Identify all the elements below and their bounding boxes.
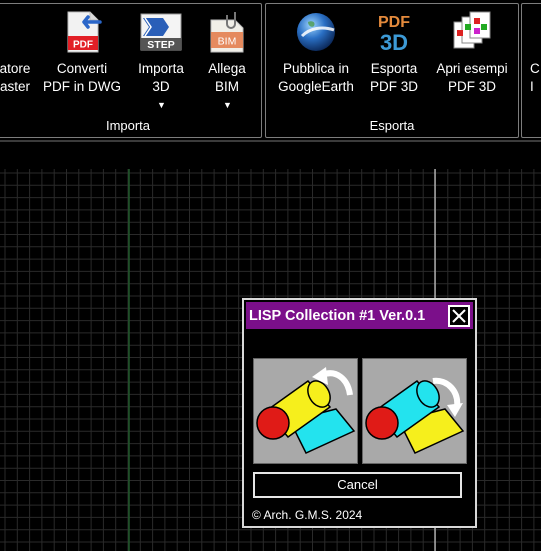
convert-pdf-label-2: PDF in DWG xyxy=(42,79,121,94)
import-3d-label-1: Importa xyxy=(138,61,184,76)
svg-text:BIM: BIM xyxy=(218,36,237,48)
next-panel: C I xyxy=(521,3,541,138)
step-import-icon: STEP xyxy=(139,10,183,54)
import-panel: atore aster PDF Converti PDF in DWG STEP… xyxy=(0,3,262,138)
open-samples-button[interactable]: Apri esempi PDF 3D xyxy=(430,4,514,114)
cancel-button[interactable]: Cancel xyxy=(253,472,462,498)
convert-pdf-label-1: Converti xyxy=(56,61,108,76)
next-panel-tool[interactable]: C I xyxy=(530,4,541,114)
bim-attach-icon: BIM xyxy=(205,10,249,54)
svg-text:PDF: PDF xyxy=(73,40,93,51)
raster-tool-button[interactable]: atore aster xyxy=(0,4,35,114)
lisp-collection-dialog: LISP Collection #1 Ver.0.1 Cancel © Arch… xyxy=(242,298,477,528)
attach-bim-label-2: BIM xyxy=(214,79,239,94)
raster-tool-label-1: atore xyxy=(0,61,31,76)
close-button[interactable] xyxy=(448,305,470,327)
svg-text:PDF: PDF xyxy=(378,14,410,31)
rotate-right-image-button[interactable] xyxy=(362,358,467,464)
pdf-import-icon: PDF xyxy=(60,10,104,54)
cad-application-window: atore aster PDF Converti PDF in DWG STEP… xyxy=(0,0,541,551)
open-samples-label-1: Apri esempi xyxy=(436,61,508,76)
publish-ge-label-1: Pubblica in xyxy=(282,61,350,76)
rotate-left-image-button[interactable] xyxy=(253,358,358,464)
svg-text:3D: 3D xyxy=(380,30,408,54)
export-pdf3d-label-1: Esporta xyxy=(370,61,418,76)
attach-bim-button[interactable]: BIM Allega BIM ▼ xyxy=(197,4,257,114)
open-samples-label-2: PDF 3D xyxy=(447,79,496,94)
dialog-title: LISP Collection #1 Ver.0.1 xyxy=(249,308,426,324)
svg-text:STEP: STEP xyxy=(147,39,174,51)
import-3d-button[interactable]: STEP Importa 3D ▼ xyxy=(129,4,193,114)
ribbon-divider xyxy=(0,140,541,142)
convert-pdf-button[interactable]: PDF Converti PDF in DWG xyxy=(39,4,125,114)
raster-tool-label-2: aster xyxy=(0,79,30,94)
close-icon xyxy=(452,309,466,323)
pdf3d-export-icon: PDF 3D xyxy=(372,10,416,55)
import-3d-label-2: 3D xyxy=(152,79,170,94)
sample-files-icon xyxy=(450,10,494,54)
next-panel-label-1: C xyxy=(530,61,540,76)
google-earth-icon xyxy=(294,10,338,54)
ribbon: atore aster PDF Converti PDF in DWG STEP… xyxy=(0,0,541,140)
attach-bim-label-1: Allega xyxy=(208,61,246,76)
dropdown-caret-icon: ▼ xyxy=(157,100,166,110)
export-pdf3d-button[interactable]: PDF 3D Esporta PDF 3D xyxy=(362,4,426,114)
import-panel-title: Importa xyxy=(105,118,151,133)
next-panel-label-2: I xyxy=(530,79,534,94)
dropdown-caret-icon: ▼ xyxy=(223,100,232,110)
export-pdf3d-label-2: PDF 3D xyxy=(369,79,418,94)
export-panel: Pubblica in GoogleEarth PDF 3D Esporta P… xyxy=(265,3,519,138)
rotate-clockwise-icon xyxy=(365,377,465,454)
export-panel-title: Esporta xyxy=(369,118,415,133)
dialog-title-bar[interactable]: LISP Collection #1 Ver.0.1 xyxy=(246,302,473,329)
publish-ge-label-2: GoogleEarth xyxy=(278,79,354,94)
copyright-text: © Arch. G.M.S. 2024 xyxy=(252,508,363,522)
rotate-counterclockwise-icon xyxy=(256,367,356,454)
publish-google-earth-button[interactable]: Pubblica in GoogleEarth xyxy=(272,4,360,114)
